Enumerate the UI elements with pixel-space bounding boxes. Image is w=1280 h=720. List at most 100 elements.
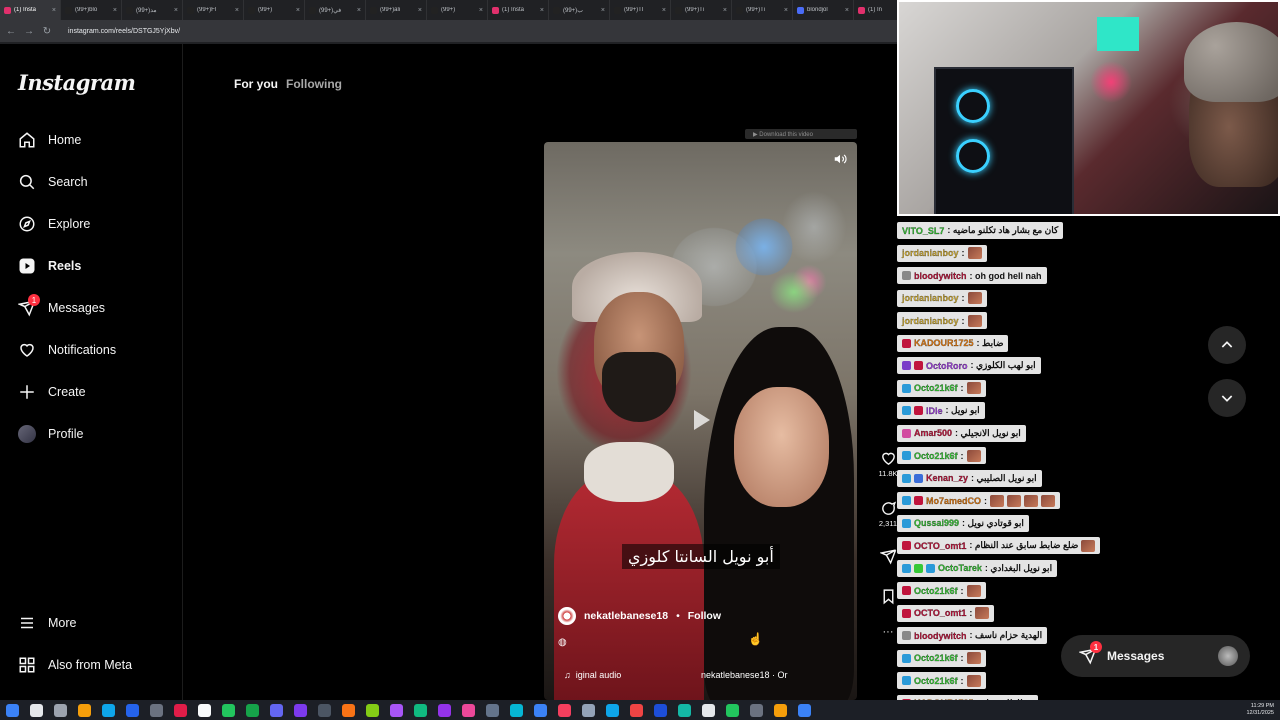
tab-close-icon[interactable]: ×	[479, 7, 483, 14]
browser-tab[interactable]: (99+)مد ×	[122, 0, 183, 20]
tab-following[interactable]: Following	[286, 77, 342, 91]
taskbar-app-icon[interactable]	[54, 703, 67, 717]
play-icon[interactable]	[684, 404, 716, 436]
tab-close-icon[interactable]: ×	[113, 7, 117, 14]
chat-username[interactable]: Mo7amedCO	[926, 495, 981, 505]
taskbar-app-icon[interactable]	[30, 703, 43, 717]
tab-close-icon[interactable]: ×	[662, 7, 666, 14]
nav-more[interactable]: More	[18, 611, 76, 635]
tab-close-icon[interactable]: ×	[723, 7, 727, 14]
reel-video[interactable]: أبو نويل السانتا كلوزي nekatlebanese18 •…	[544, 142, 857, 700]
tab-close-icon[interactable]: ×	[52, 7, 56, 14]
nav-messages[interactable]: 1 Messages	[18, 294, 105, 320]
tab-close-icon[interactable]: ×	[418, 7, 422, 14]
taskbar-app-icon[interactable]	[102, 703, 115, 717]
author-avatar[interactable]	[558, 607, 576, 625]
taskbar-app-icon[interactable]	[654, 703, 667, 717]
nav-create[interactable]: Create	[18, 380, 86, 404]
chat-username[interactable]: bloodywitch	[914, 270, 967, 280]
chat-username[interactable]: Octo21k6f	[914, 653, 958, 663]
taskbar-app-icon[interactable]	[606, 703, 619, 717]
taskbar-app-icon[interactable]	[462, 703, 475, 717]
browser-tab[interactable]: (1) Insta ×	[488, 0, 549, 20]
reel-audio[interactable]: ♫ iginal audio	[564, 670, 621, 680]
reload-icon[interactable]: ↻	[42, 26, 52, 37]
taskbar-app-icon[interactable]	[678, 703, 691, 717]
tab-close-icon[interactable]: ×	[845, 7, 849, 14]
chat-username[interactable]: Octo21k6f	[914, 585, 958, 595]
author-username[interactable]: nekatlebanese18	[584, 610, 668, 622]
tab-for-you[interactable]: For you	[234, 77, 278, 91]
nav-explore[interactable]: Explore	[18, 212, 90, 236]
nav-reels[interactable]: Reels	[18, 254, 81, 278]
browser-tab[interactable]: (99+)ب ×	[549, 0, 610, 20]
chat-username[interactable]: jordanianboy	[902, 248, 959, 258]
chat-username[interactable]: OCTO_omt1	[914, 608, 967, 618]
browser-tab[interactable]: (99+) ×	[427, 0, 488, 20]
volume-icon[interactable]	[833, 152, 847, 166]
taskbar-app-icon[interactable]	[414, 703, 427, 717]
browser-tab[interactable]: (1) Insta ×	[0, 0, 61, 20]
chat-username[interactable]: OCTO_omt1	[914, 540, 967, 550]
chat-username[interactable]: OctoRoro	[926, 360, 968, 370]
chat-username[interactable]: Kenan_zy	[926, 473, 968, 483]
taskbar-app-icon[interactable]	[750, 703, 763, 717]
taskbar-app-icon[interactable]	[366, 703, 379, 717]
chat-username[interactable]: KADOUR1725	[914, 338, 974, 348]
chat-username[interactable]: jordanianboy	[902, 293, 959, 303]
taskbar-app-icon[interactable]	[198, 703, 211, 717]
browser-tab[interactable]: (1) In×	[854, 0, 897, 20]
taskbar-app-icon[interactable]	[342, 703, 355, 717]
taskbar-app-icon[interactable]	[174, 703, 187, 717]
previous-reel-button[interactable]	[1208, 326, 1246, 364]
chat-username[interactable]: bloodywitch	[914, 630, 967, 640]
taskbar-app-icon[interactable]	[630, 703, 643, 717]
chat-username[interactable]: Octo21k6f	[914, 675, 958, 685]
taskbar-app-icon[interactable]	[6, 703, 19, 717]
chat-username[interactable]: VITO_SL7	[902, 225, 945, 235]
browser-tab[interactable]: (99+)blo ×	[61, 0, 122, 20]
forward-icon[interactable]: →	[24, 26, 34, 37]
chat-username[interactable]: Octo21k6f	[914, 383, 958, 393]
nav-notifications[interactable]: Notifications	[18, 338, 116, 362]
taskbar-app-icon[interactable]	[726, 703, 739, 717]
tab-close-icon[interactable]: ×	[357, 7, 361, 14]
follow-button[interactable]: Follow	[688, 610, 721, 622]
browser-tab[interactable]: (99+) ×	[244, 0, 305, 20]
taskbar-app-icon[interactable]	[702, 703, 715, 717]
tab-close-icon[interactable]: ×	[784, 7, 788, 14]
audio-attribution[interactable]: nekatlebanese18 · Or	[701, 670, 788, 680]
chat-username[interactable]: jordanianboy	[902, 315, 959, 325]
back-icon[interactable]: ←	[6, 26, 16, 37]
taskbar-app-icon[interactable]	[78, 703, 91, 717]
browser-tab[interactable]: blondjol ×	[793, 0, 854, 20]
taskbar-app-icon[interactable]	[222, 703, 235, 717]
nav-profile[interactable]: Profile	[18, 422, 83, 446]
taskbar-app-icon[interactable]	[486, 703, 499, 717]
taskbar-app-icon[interactable]	[774, 703, 787, 717]
chat-username[interactable]: Qussai999	[914, 518, 959, 528]
taskbar-app-icon[interactable]	[270, 703, 283, 717]
taskbar-app-icon[interactable]	[390, 703, 403, 717]
chat-username[interactable]: OctoTarek	[938, 563, 982, 573]
taskbar-app-icon[interactable]	[558, 703, 571, 717]
taskbar-app-icon[interactable]	[534, 703, 547, 717]
url-field[interactable]: instagram.com/reels/DSTGJ5YjXbv/	[68, 28, 180, 35]
taskbar-app-icon[interactable]	[438, 703, 451, 717]
tab-close-icon[interactable]: ×	[540, 7, 544, 14]
chat-username[interactable]: Amar500	[914, 428, 952, 438]
nav-also-from-meta[interactable]: Also from Meta	[18, 653, 132, 677]
browser-tab[interactable]: (99+)ali ×	[366, 0, 427, 20]
browser-tab[interactable]: (99+)TI ×	[610, 0, 671, 20]
chat-username[interactable]: Octo21k6f	[914, 450, 958, 460]
taskbar-app-icon[interactable]	[126, 703, 139, 717]
chat-username[interactable]: IDle	[926, 405, 943, 415]
taskbar-app-icon[interactable]	[318, 703, 331, 717]
taskbar-app-icon[interactable]	[582, 703, 595, 717]
browser-tab[interactable]: (99+)Ti ×	[671, 0, 732, 20]
instagram-logo[interactable]: Instagram	[18, 70, 136, 95]
tab-close-icon[interactable]: ×	[174, 7, 178, 14]
tab-close-icon[interactable]: ×	[235, 7, 239, 14]
next-reel-button[interactable]	[1208, 379, 1246, 417]
tab-close-icon[interactable]: ×	[296, 7, 300, 14]
